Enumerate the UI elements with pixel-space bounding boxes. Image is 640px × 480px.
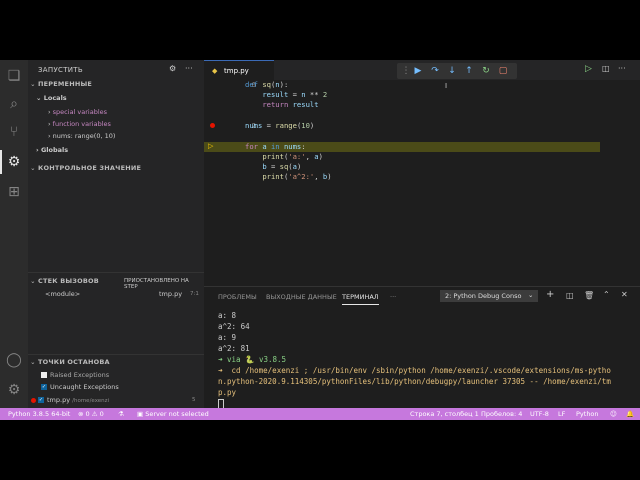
locals-scope[interactable]: ⌄ Locals [36,94,67,102]
terminal-command-line: p.py [218,388,237,397]
function-variables-item[interactable]: › function variables [48,120,111,128]
step-over-icon[interactable]: ↷ [428,64,442,78]
terminal-command-line: n.python-2020.9.114305/pythonFiles/lib/p… [218,377,611,386]
indentation[interactable]: Пробелов: 4 [481,410,522,418]
encoding[interactable]: UTF-8 [530,410,549,418]
split-terminal-icon[interactable]: ◫ [566,291,574,300]
activity-bar: ❏ ⌕ ⑂ ⚙ ⊞ ◯ ⚙ [0,60,28,408]
code-line: b = sq(a) [262,162,302,171]
breakpoint-dot-icon[interactable] [210,123,215,128]
current-execution-arrow-icon: ▷ [208,142,214,150]
new-terminal-icon[interactable]: + [546,289,554,300]
tab-problems[interactable]: ПРОБЛЕМЫ [218,293,257,301]
breakpoint-line: 5 [192,397,196,403]
trash-icon[interactable]: 🗑 [584,291,594,300]
checkbox-checked[interactable]: ✓ [41,384,47,390]
code-line: 2 nums = range(10) [204,121,640,131]
tab-output[interactable]: ВЫХОДНЫЕ ДАННЫЕ [266,293,337,301]
close-icon[interactable]: ✕ [621,290,628,299]
split-editor-icon[interactable]: ◫ [602,64,610,73]
code-line: result = n ** 2 [262,90,328,99]
bottom-panel: ПРОБЛЕМЫ ВЫХОДНЫЕ ДАННЫЕ ТЕРМИНАЛ ··· 2:… [204,286,640,410]
breakpoint-file[interactable]: ✓ tmp.py /home/exenzi [31,396,109,404]
breakpoint-raised-exceptions[interactable]: Raised Exceptions [41,371,109,379]
open-launch-json-icon[interactable]: ⚙ [169,64,176,73]
chevron-down-icon: ⌄ [30,164,36,172]
sidebar-title: ЗАПУСТИТЬ [38,66,83,74]
vscode-window: ❏ ⌕ ⑂ ⚙ ⊞ ◯ ⚙ ЗАПУСТИТЬ ⚙ ··· ⌄ ПЕРЕМЕННЫ… [0,60,640,420]
feedback-icon[interactable]: ☺ [610,410,617,418]
extensions-icon[interactable]: ⊞ [4,182,24,202]
python-interpreter[interactable]: Python 3.8.5 64-bit [8,410,70,418]
checkbox-checked[interactable]: ✓ [38,397,44,403]
frame-file: tmp.py [159,290,183,298]
jupyter-server-status[interactable]: ▣ Server not selected [137,410,209,418]
chevron-down-icon: ⌄ [30,277,36,285]
breakpoint-uncaught-exceptions[interactable]: ✓ Uncaught Exceptions [41,383,119,391]
tab-terminal[interactable]: ТЕРМИНАЛ [342,293,379,305]
terminal-line: a: 8 [218,311,237,320]
terminal-select[interactable]: 2: Python Debug Conso ⌄ [440,290,538,302]
breakpoint-dot-icon [31,397,36,403]
nums-variable-item[interactable]: › nums: range(0, 10) [48,132,115,140]
divider [28,354,204,355]
more-actions-icon[interactable]: ··· [618,64,626,73]
chevron-down-icon: ⌄ [30,80,36,88]
python-file-icon: ◆ [212,67,218,75]
search-icon[interactable]: ⌕ [4,94,24,114]
problems-count[interactable]: ⊗ 0 ⚠ 0 [78,410,104,418]
step-out-icon[interactable]: ↑ [462,64,476,78]
special-variables-item[interactable]: › special variables [48,108,107,116]
variables-section-header[interactable]: ⌄ ПЕРЕМЕННЫЕ [28,80,204,92]
checkbox-unchecked[interactable] [41,372,47,378]
run-icon[interactable]: ▷ [585,64,592,74]
explorer-icon[interactable]: ❏ [4,66,24,86]
run-debug-icon[interactable]: ⚙ [0,150,24,174]
cursor-position[interactable]: Строка 7, столбец 1 [410,410,479,418]
terminal-command-line: ➜ cd /home/exenzi ; /usr/bin/env /sbin/p… [218,366,611,375]
chevron-down-icon: ⌄ [528,291,534,299]
breakpoints-section-header[interactable]: ⌄ ТОЧКИ ОСТАНОВА [28,358,204,370]
code-line: 6 def sq(n): [245,80,289,89]
settings-gear-icon[interactable]: ⚙ [4,380,24,400]
status-bar: Python 3.8.5 64-bit ⊗ 0 ⚠ 0 ⚗ ▣ Server n… [0,408,640,420]
stop-icon[interactable]: ▢ [496,64,510,78]
flask-icon: ⚗ [118,410,124,418]
code-line: print('a^2:', b) [262,172,332,181]
restart-icon[interactable]: ↻ [479,64,493,78]
call-stack-frame[interactable]: <module> [45,290,80,298]
frame-line: 7:1 [190,291,199,297]
panel-more-tabs[interactable]: ··· [390,293,396,301]
globals-scope[interactable]: › Globals [36,146,68,154]
notifications-icon[interactable]: 🔔 [626,410,634,418]
paused-badge: ПРИОСТАНОВЛЕНО НА STEP [124,278,189,290]
watch-section-header[interactable]: ⌄ КОНТРОЛЬНОЕ ЗНАЧЕНИЕ [28,164,204,176]
end-of-line[interactable]: LF [558,410,565,418]
debug-toolbar: ⋮ ▶ ↷ ↓ ↑ ↻ ▢ [397,63,517,79]
current-line-highlight: ▷ for a in nums: [204,142,600,152]
debug-sidebar: ЗАПУСТИТЬ ⚙ ··· ⌄ ПЕРЕМЕННЫЕ ⌄ Locals › s… [28,60,204,408]
terminal-line: a^2: 64 [218,322,250,331]
divider [28,272,204,273]
chevron-down-icon: ⌄ [36,94,44,102]
maximize-panel-icon[interactable]: ⌃ [603,290,610,299]
tab-tmp-py[interactable]: ◆ tmp.py [204,60,274,81]
server-icon: ▣ [137,410,146,418]
continue-icon[interactable]: ▶ [411,64,425,78]
source-control-icon[interactable]: ⑂ [4,122,24,142]
terminal-prompt-line: ➜ via 🐍 v3.8.5 [218,355,287,364]
chevron-down-icon: ⌄ [30,358,36,366]
terminal-line: a: 9 [218,333,237,342]
step-into-icon[interactable]: ↓ [445,64,459,78]
terminal-line: a^2: 81 [218,344,250,353]
code-line: print('a:', a) [262,152,323,161]
editor-area: ◆ tmp.py ▷ ◫ ··· ⋮ ▶ ↷ ↓ ↑ ↻ ▢ I 6 def sq… [204,60,640,286]
more-actions-icon[interactable]: ··· [185,64,193,73]
account-icon[interactable]: ◯ [4,350,24,370]
code-line: return result [262,100,319,109]
language-mode[interactable]: Python [576,410,599,418]
